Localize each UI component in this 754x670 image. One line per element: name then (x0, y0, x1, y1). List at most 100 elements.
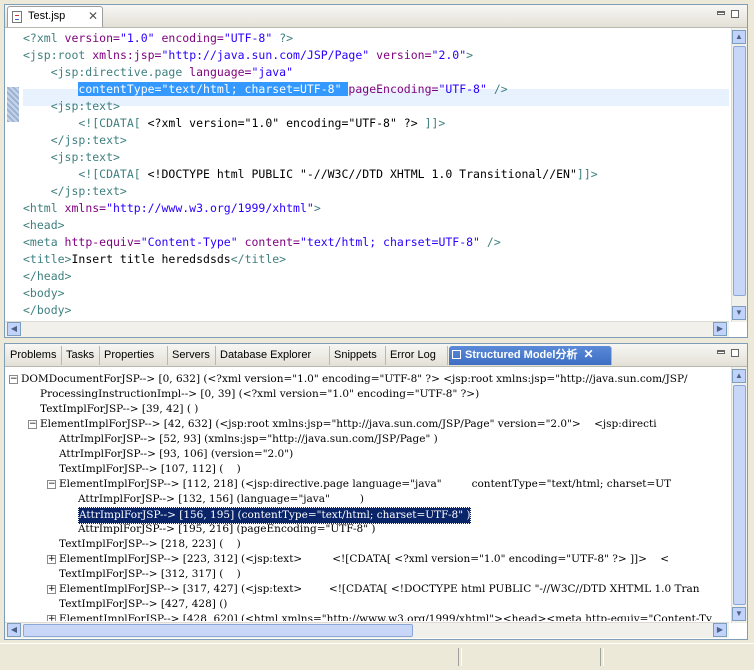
tree-node[interactable]: AttrImplForJSP--> [52, 93] (xmlns:jsp="h… (59, 432, 729, 447)
code-token: content= (237, 235, 300, 249)
tree-vertical-scrollbar[interactable]: ▲ ▼ (731, 367, 747, 623)
code-line: </jsp:text> (23, 183, 127, 200)
code-token: "text/html; charset=UTF-8" (299, 235, 480, 249)
view-tab[interactable]: Snippets (331, 346, 386, 365)
tree-horizontal-scrollbar[interactable]: ◀ ▶ (5, 622, 729, 638)
close-icon[interactable]: ✕ (88, 10, 98, 22)
view-tab[interactable]: Servers (169, 346, 216, 365)
view-tab-label: Problems (10, 349, 57, 361)
code-token: </jsp:text> (23, 133, 127, 147)
code-area[interactable]: <?xml version="1.0" encoding="UTF-8" ?> <… (23, 30, 729, 320)
tree-node[interactable]: ProcessingInstructionImpl--> [0, 39] (<?… (40, 387, 729, 402)
scroll-right-icon[interactable]: ▶ (713, 322, 727, 336)
code-token: version= (64, 31, 120, 45)
code-line: <body> (23, 285, 65, 302)
minimize-icon[interactable] (717, 11, 725, 15)
code-line: <![CDATA[ <?xml version="1.0" encoding="… (23, 115, 445, 132)
code-token: /> (486, 82, 508, 96)
editor-vertical-scrollbar[interactable]: ▲ ▼ (731, 28, 747, 322)
view-tab[interactable]: Error Log (387, 346, 448, 365)
scroll-down-icon[interactable]: ▼ (732, 306, 746, 320)
expand-icon[interactable]: + (47, 585, 56, 594)
scroll-thumb[interactable] (733, 46, 746, 296)
structured-model-tree[interactable]: − DOMDocumentForJSP--> [0, 632] (<?xml ve… (7, 369, 729, 621)
code-token: <html (23, 201, 65, 215)
code-line: <jsp:text> (23, 98, 120, 115)
collapse-icon[interactable]: − (47, 480, 56, 489)
editor-tab-test-jsp[interactable]: Test.jsp ✕ (7, 6, 103, 27)
tree-node[interactable]: DOMDocumentForJSP--> [0, 632] (<?xml ver… (21, 372, 729, 387)
code-line: </head> (23, 268, 71, 285)
scroll-thumb[interactable] (23, 624, 413, 637)
collapse-icon[interactable]: − (9, 375, 18, 384)
tree-node[interactable]: ElementImplForJSP--> [223, 312] (<jsp:te… (59, 552, 729, 567)
code-token: xmlns= (64, 201, 107, 215)
jsp-file-icon (12, 11, 22, 23)
annotation-ruler (5, 28, 21, 318)
code-token: > (466, 48, 474, 62)
scroll-up-icon[interactable]: ▲ (732, 369, 746, 383)
view-tab[interactable]: Properties (101, 346, 168, 365)
code-token: <![CDATA[ (23, 116, 148, 130)
scroll-up-icon[interactable]: ▲ (732, 30, 746, 44)
tree-node[interactable]: AttrImplForJSP--> [93, 106] (version="2.… (59, 447, 729, 462)
code-token: pageEncoding= (348, 82, 439, 96)
view-tab-label: Properties (104, 349, 155, 361)
view-tab[interactable]: Database Explorer (217, 346, 330, 365)
code-token: <![CDATA[ (23, 167, 148, 181)
code-token: "UTF-8" (438, 82, 487, 96)
close-icon[interactable]: ✕ (583, 347, 593, 361)
maximize-icon[interactable] (731, 10, 739, 18)
code-line: <meta http-equiv="Content-Type" content=… (23, 234, 501, 251)
tree-node[interactable]: ElementImplForJSP--> [42, 632] (<jsp:roo… (40, 417, 729, 432)
code-token: </jsp:text> (23, 184, 127, 198)
tree-node[interactable]: TextImplForJSP--> [218, 223] ( ) (59, 537, 729, 552)
tree-node[interactable]: TextImplForJSP--> [427, 428] () (59, 597, 729, 612)
code-token: ?> (272, 31, 294, 45)
code-token: </title> (230, 252, 287, 266)
tree-node[interactable]: ElementImplForJSP--> [428, 620] (<html x… (59, 612, 729, 621)
code-token: "1.0" (119, 31, 155, 45)
scroll-left-icon[interactable]: ◀ (7, 322, 21, 336)
view-tab[interactable]: Problems (7, 346, 62, 365)
code-token: ]]> (576, 167, 598, 181)
scroll-right-icon[interactable]: ▶ (713, 623, 727, 637)
code-line: <![CDATA[ <!DOCTYPE html PUBLIC "-//W3C/… (23, 166, 598, 183)
collapse-icon[interactable]: − (28, 420, 37, 429)
expand-icon[interactable]: + (47, 555, 56, 564)
tree-node[interactable]: TextImplForJSP--> [107, 112] ( ) (59, 462, 729, 477)
tree-node[interactable]: AttrImplForJSP--> [195, 216] (pageEncodi… (78, 522, 729, 537)
expand-icon[interactable]: + (47, 615, 56, 621)
code-line: <jsp:text> (23, 149, 120, 166)
tree-node[interactable]: ElementImplForJSP--> [112, 218] (<jsp:di… (59, 477, 729, 492)
code-token: <jsp:root (23, 48, 93, 62)
scroll-left-icon[interactable]: ◀ (7, 623, 21, 637)
tree-node[interactable]: TextImplForJSP--> [312, 317] ( ) (59, 567, 729, 582)
editor-horizontal-scrollbar[interactable]: ◀ ▶ (5, 321, 729, 337)
minimize-icon[interactable] (717, 350, 725, 354)
scroll-thumb[interactable] (733, 385, 746, 605)
maximize-icon[interactable] (731, 349, 739, 357)
code-line: <jsp:directive.page language="java" (23, 64, 293, 81)
code-line: </body> (23, 302, 71, 319)
code-token: <head> (23, 218, 65, 232)
code-line: contentType="text/html; charset=UTF-8" p… (23, 81, 508, 98)
tree-node[interactable]: ElementImplForJSP--> [317, 427] (<jsp:te… (59, 582, 729, 597)
view-tab-label: Database Explorer (220, 349, 312, 361)
code-token: xmlns:jsp= (92, 48, 162, 62)
code-token: <?xml version="1.0" encoding="UTF-8" ?> (147, 116, 425, 130)
code-token: <title> (23, 252, 72, 266)
code-token: "http://www.w3.org/1999/xhtml" (106, 201, 314, 215)
code-token: Insert title heredsdsds (71, 252, 231, 266)
view-tab[interactable]: Structured Model分析 ✕ (449, 346, 612, 365)
view-tab[interactable]: Tasks (63, 346, 100, 365)
code-line: <?xml version="1.0" encoding="UTF-8" ?> (23, 30, 293, 47)
code-token: "2.0" (431, 48, 467, 62)
tree-node[interactable]: TextImplForJSP--> [39, 42] ( ) (40, 402, 729, 417)
scroll-down-icon[interactable]: ▼ (732, 607, 746, 621)
tree-node[interactable]: AttrImplForJSP--> [132, 156] (language="… (78, 492, 729, 507)
code-token: <jsp:directive.page (23, 65, 190, 79)
code-token: language= (189, 65, 252, 79)
editor-tab-label: Test.jsp (28, 10, 66, 22)
